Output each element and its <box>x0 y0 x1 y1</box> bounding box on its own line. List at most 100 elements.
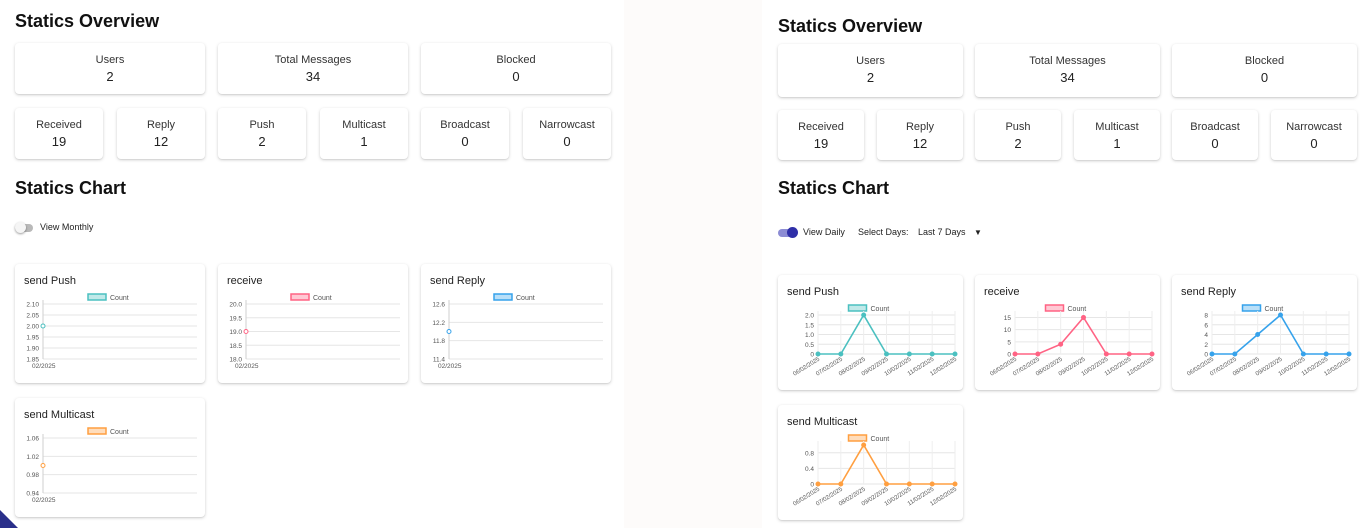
data-point <box>1103 351 1109 357</box>
data-point <box>952 481 958 487</box>
data-point <box>1012 351 1018 357</box>
stat-label: Received <box>36 119 82 131</box>
stat-card-multicast: Multicast 1 <box>320 108 408 159</box>
stat-label: Received <box>798 121 844 133</box>
chart-section-title: Statics Chart <box>15 178 127 198</box>
stat-value: 0 <box>1260 70 1269 85</box>
stat-value: 2 <box>106 69 114 84</box>
data-point <box>1149 351 1155 357</box>
stat-card-push: Push 2 <box>975 110 1061 160</box>
y-tick-label: 20.0 <box>229 302 242 309</box>
chevron-down-icon[interactable]: ▼ <box>974 228 982 237</box>
stat-label: Narrowcast <box>539 119 595 131</box>
stat-card-total-messages: Total Messages 34 <box>975 44 1160 97</box>
data-point <box>446 329 452 334</box>
stat-card-total-messages: Total Messages 34 <box>218 43 408 94</box>
stat-label: Multicast <box>1095 121 1139 133</box>
chart-section-title: Statics Chart <box>778 178 890 198</box>
y-tick-label: 2.10 <box>26 302 39 309</box>
chart-card-send-reply: send Reply Count 8 6 4 2 0 06/02/2025 07/02/202… <box>1172 275 1357 390</box>
data-point <box>1300 351 1306 357</box>
stat-label: Broadcast <box>440 119 490 131</box>
toggle-knob[interactable] <box>15 222 26 233</box>
data-point <box>1278 312 1283 318</box>
y-tick-label: 0.5 <box>805 342 814 349</box>
chart-card-send-multicast: send Multicast Count 0.8 0.4 0 06/02/2025 07/… <box>778 405 963 520</box>
stat-card-broadcast: Broadcast 0 <box>421 108 509 159</box>
y-tick-label: 0.98 <box>26 472 39 479</box>
y-tick-label: 8 <box>1204 313 1208 320</box>
view-toggle[interactable]: View Monthly <box>15 221 115 234</box>
y-tick-label: 0 <box>1007 352 1011 359</box>
chart-card-receive: receive Count 20.0 19.5 19.0 18.5 18.0 02/2025 <box>218 264 408 383</box>
legend-swatch <box>290 293 310 301</box>
line-chart: Count12.612.211.811.402/2025 <box>432 293 603 370</box>
stat-value: 0 <box>461 134 469 149</box>
stat-label: Users <box>95 54 125 66</box>
y-tick-label: 0 <box>810 352 814 359</box>
data-point <box>884 481 889 487</box>
data-point <box>1126 351 1132 357</box>
stat-label: Reply <box>905 121 935 133</box>
y-tick-label: 1.0 <box>805 332 814 339</box>
y-tick-label: 1.5 <box>805 322 814 329</box>
select-days-dropdown[interactable]: Last 7 Days ▼ <box>918 227 982 237</box>
stat-value: 1 <box>1113 136 1121 151</box>
stat-value: 0 <box>563 134 571 149</box>
y-tick-label: 1.90 <box>26 346 39 353</box>
data-point <box>40 463 46 468</box>
line-chart: Count1.061.020.980.9402/2025 <box>26 427 197 504</box>
stat-card-users: Users 2 <box>778 44 963 97</box>
legend-swatch <box>1241 304 1262 312</box>
x-tick-label: 02/2025 <box>32 363 56 370</box>
toggle-label: View Monthly <box>40 222 94 232</box>
stat-card-push: Push 2 <box>218 108 306 159</box>
stat-card-reply: Reply 12 <box>877 110 963 160</box>
stat-label: Total Messages <box>1029 55 1106 67</box>
left-dashboard: Statics Overview Users 2 Total Messages … <box>0 0 624 528</box>
data-point <box>243 329 249 334</box>
chart-card-send-push: send Push Count 2.10 2.05 2.00 1.95 1.90 1.85 0… <box>15 264 205 383</box>
x-tick-label: 02/2025 <box>438 363 462 370</box>
legend-label: Count <box>313 295 332 302</box>
stat-value: 0 <box>1310 136 1318 151</box>
stat-card-blocked: Blocked 0 <box>1172 44 1357 97</box>
y-tick-label: 0.8 <box>805 450 814 457</box>
chart-card-receive: receive Count 15 10 5 0 06/02/2025 07/02/2025 0… <box>975 275 1160 390</box>
y-tick-label: 2.05 <box>26 313 39 320</box>
select-days-value[interactable]: Last 7 Days <box>918 227 966 237</box>
data-point <box>1255 332 1261 337</box>
stat-label: Push <box>1005 121 1031 133</box>
data-point <box>1058 341 1064 347</box>
toggle-knob[interactable] <box>787 227 798 238</box>
stat-label: Multicast <box>342 119 386 131</box>
y-tick-label: 10 <box>1004 327 1012 334</box>
legend-label: Count <box>516 295 535 302</box>
data-point <box>952 351 958 357</box>
y-tick-label: 1.95 <box>26 335 39 342</box>
stat-value: 0 <box>1211 136 1219 151</box>
corner-decoration <box>0 510 18 528</box>
toggle-label: View Daily <box>803 227 845 237</box>
legend-label: Count <box>110 429 129 436</box>
line-chart: Count2.102.052.001.951.901.8502/2025 <box>26 293 197 370</box>
view-toggle[interactable]: View Daily <box>778 226 858 239</box>
y-tick-label: 12.2 <box>432 320 445 327</box>
data-point <box>815 481 821 487</box>
data-point <box>838 481 844 487</box>
data-point <box>929 481 935 487</box>
stat-value: 2 <box>258 134 266 149</box>
chart-card-send-reply: send Reply Count 12.6 12.2 11.8 11.4 02/2025 <box>421 264 611 383</box>
stat-card-broadcast: Broadcast 0 <box>1172 110 1258 160</box>
stat-label: Total Messages <box>274 54 352 66</box>
stat-label: Push <box>249 119 275 131</box>
chart-card-send-multicast: send Multicast Count 1.06 1.02 0.98 0.94 02/2… <box>15 398 205 517</box>
line-chart: Count15105006/02/202507/02/202508/02/202… <box>989 304 1156 378</box>
y-tick-label: 15 <box>1004 315 1012 322</box>
y-tick-label: 18.5 <box>229 343 242 350</box>
y-tick-label: 0.4 <box>805 466 814 473</box>
y-tick-label: 2.00 <box>26 324 39 331</box>
legend-swatch <box>87 293 107 301</box>
right-dashboard: Statics Overview Users 2 Total Messages … <box>762 0 1371 528</box>
data-point <box>884 351 889 357</box>
